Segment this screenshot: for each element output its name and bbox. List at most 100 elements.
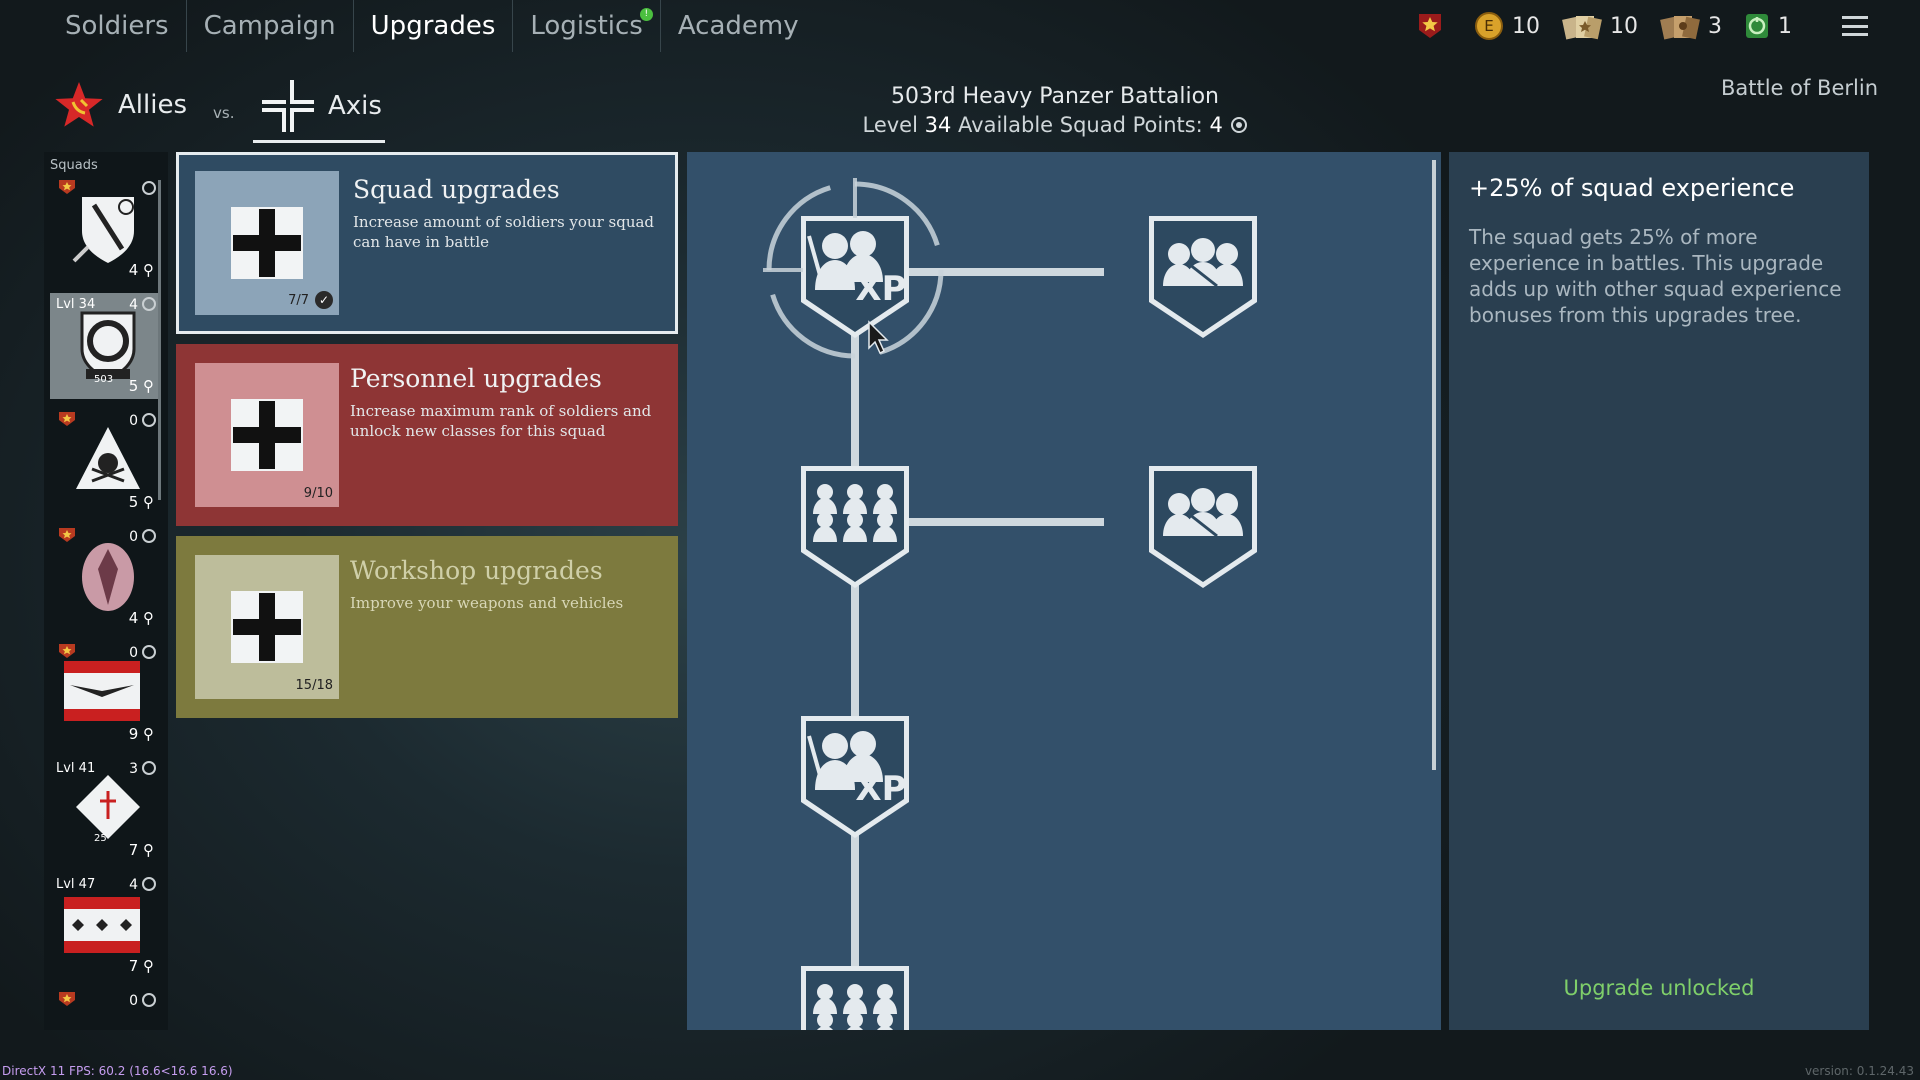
tab-campaign[interactable]: Campaign <box>185 0 353 52</box>
fps-counter: DirectX 11 FPS: 60.2 (16.6<16.6 16.6) <box>2 1064 233 1078</box>
upgrade-node-squad-size-3[interactable] <box>1149 466 1257 588</box>
squad-tag: 503 <box>94 374 114 385</box>
checkmark-icon: ✓ <box>315 291 333 309</box>
squads-heading: Squads <box>50 158 98 173</box>
silver-orders[interactable]: 10 <box>1562 12 1638 40</box>
gold-coin-count: 10 <box>1512 13 1540 39</box>
category-description: Increase amount of soldiers your squad c… <box>353 213 655 251</box>
version-label: version: 0.1.24.43 <box>1804 1064 1914 1078</box>
upgrade-tree: XP XP <box>687 152 1441 1030</box>
squad-point-icon <box>1230 117 1247 133</box>
category-title: Personnel upgrades <box>350 364 602 393</box>
squad-soldier-count: 4 ⚲ <box>128 609 154 627</box>
upgrade-node-squad-xp-selected[interactable]: XP <box>801 216 909 338</box>
sword-shield-emblem-icon <box>72 197 134 263</box>
squad-soldier-count: 4 ⚲ <box>128 261 154 279</box>
category-progress: 15/18 <box>295 678 333 693</box>
bronze-order-icon <box>1660 16 1700 40</box>
silver-order-count: 10 <box>1610 13 1638 39</box>
category-progress: 7/7 ✓ <box>288 291 333 309</box>
versus-label: vs. <box>213 104 235 122</box>
menu-list-icon[interactable] <box>1842 16 1868 36</box>
category-title: Squad upgrades <box>353 175 560 204</box>
tree-connectors <box>851 268 1104 992</box>
tab-soldiers[interactable]: Soldiers <box>48 0 186 52</box>
tab-label: Logistics <box>530 11 643 41</box>
upgrade-description: The squad gets 25% of more experience in… <box>1469 225 1842 327</box>
bronze-order-count: 3 <box>1708 13 1722 39</box>
tab-logistics[interactable]: Logistics! <box>512 0 659 52</box>
squad-soldier-count: 7 ⚲ <box>128 841 154 859</box>
tab-upgrades[interactable]: Upgrades <box>352 0 513 52</box>
squads-list: Squads 4 ⚲ Lvl 34 4 503 5 ⚲ 0 5 ⚲ 0 4 ⚲ … <box>44 152 168 1030</box>
panzer-battalion-emblem-icon <box>80 311 136 381</box>
category-personnel-upgrades[interactable]: 9/10 Personnel upgrades Increase maximum… <box>176 344 678 526</box>
squads-scrollbar[interactable] <box>158 180 161 500</box>
category-workshop-upgrades[interactable]: 15/18 Workshop upgrades Improve your wea… <box>176 536 678 718</box>
striped-emblem-icon <box>64 897 140 953</box>
faction-axis-label: Axis <box>328 91 382 121</box>
squad-soldier-count: 9 ⚲ <box>128 725 154 743</box>
svg-text:E: E <box>1484 17 1493 35</box>
category-icon-box: 9/10 <box>195 363 339 507</box>
upgrade-node-squad-size-4[interactable] <box>801 966 909 1030</box>
battalion-level-row: Level 34 Available Squad Points: 4 <box>800 113 1310 137</box>
category-progress: 9/10 <box>303 486 333 501</box>
red-star-icon <box>55 82 103 127</box>
squad-card[interactable]: 0 4 ⚲ <box>50 525 160 631</box>
tab-label: Upgrades <box>370 11 496 41</box>
gold-coin-icon: E <box>1475 12 1503 40</box>
level-label: Level <box>862 113 918 137</box>
eagle-emblem-icon <box>82 543 134 611</box>
tab-academy[interactable]: Academy <box>659 0 816 52</box>
squad-points-label: Available Squad Points: <box>958 113 1203 137</box>
faction-allies-label: Allies <box>118 90 187 120</box>
booster-icon <box>1746 14 1768 38</box>
battle-name: Battle of Berlin <box>1720 76 1878 100</box>
faction-allies[interactable]: Allies <box>54 80 187 130</box>
squad-points: 0 <box>129 993 138 1009</box>
upgrade-detail-panel: +25% of squad experience The squad gets … <box>1449 152 1869 1030</box>
upgrade-tree-canvas: XP XP <box>763 178 1257 1030</box>
upgrade-node-squad-size-1[interactable] <box>1149 216 1257 338</box>
skull-emblem-icon <box>76 427 140 489</box>
squad-card[interactable]: 4 ⚲ <box>50 177 160 283</box>
upgrade-node-squad-xp-2[interactable]: XP <box>801 716 909 838</box>
bronze-orders[interactable]: 3 <box>1660 12 1722 40</box>
notification-badge: ! <box>639 8 653 21</box>
category-squad-upgrades[interactable]: 7/7 ✓ Squad upgrades Increase amount of s… <box>176 152 678 334</box>
top-navigation: Soldiers Campaign Upgrades Logistics! Ac… <box>0 0 1920 52</box>
star-badge-icon <box>1419 14 1441 38</box>
squad-card[interactable]: 0 9 ⚲ <box>50 641 160 747</box>
battalion-level: 34 <box>924 113 952 137</box>
squad-soldier-count: 5 ⚲ <box>128 493 154 511</box>
faction-selected-indicator <box>253 140 385 143</box>
rank-medal-icon <box>59 992 75 1006</box>
upgrade-title: +25% of squad experience <box>1469 174 1795 202</box>
squad-card[interactable]: 0 5 ⚲ <box>50 409 160 515</box>
battalion-info: 503rd Heavy Panzer Battalion Level 34 Av… <box>800 84 1310 137</box>
squad-card-selected[interactable]: Lvl 34 4 503 5 ⚲ <box>50 293 160 399</box>
category-description: Improve your weapons and vehicles <box>350 594 624 612</box>
faction-axis[interactable]: Axis <box>262 80 382 132</box>
squad-tag: 25 <box>94 833 107 844</box>
squad-card[interactable]: 0 <box>50 989 160 1019</box>
squad-soldier-count: 7 ⚲ <box>128 957 154 975</box>
tree-scrollbar[interactable] <box>1432 160 1436 770</box>
squad-card[interactable]: Lvl 41 3 25 7 ⚲ <box>50 757 160 863</box>
tab-label: Campaign <box>203 11 336 41</box>
boosters[interactable]: 1 <box>1744 12 1792 40</box>
xp-label: XP <box>855 769 906 809</box>
category-description: Increase maximum rank of soldiers and un… <box>350 402 652 440</box>
tab-label: Academy <box>677 11 799 41</box>
booster-count: 1 <box>1778 13 1792 39</box>
squad-point-icon <box>142 993 156 1007</box>
upgrade-node-squad-size-2[interactable] <box>801 466 909 588</box>
gold-currency[interactable]: E 10 <box>1474 11 1540 41</box>
squad-card[interactable]: Lvl 47 4 7 ⚲ <box>50 873 160 979</box>
resources-bar: E 10 10 3 1 <box>1416 0 1920 52</box>
squad-points-value: 4 <box>1209 113 1223 137</box>
premium-star[interactable] <box>1416 12 1444 40</box>
diamond-emblem-icon <box>76 775 140 839</box>
xp-label: XP <box>855 269 906 309</box>
